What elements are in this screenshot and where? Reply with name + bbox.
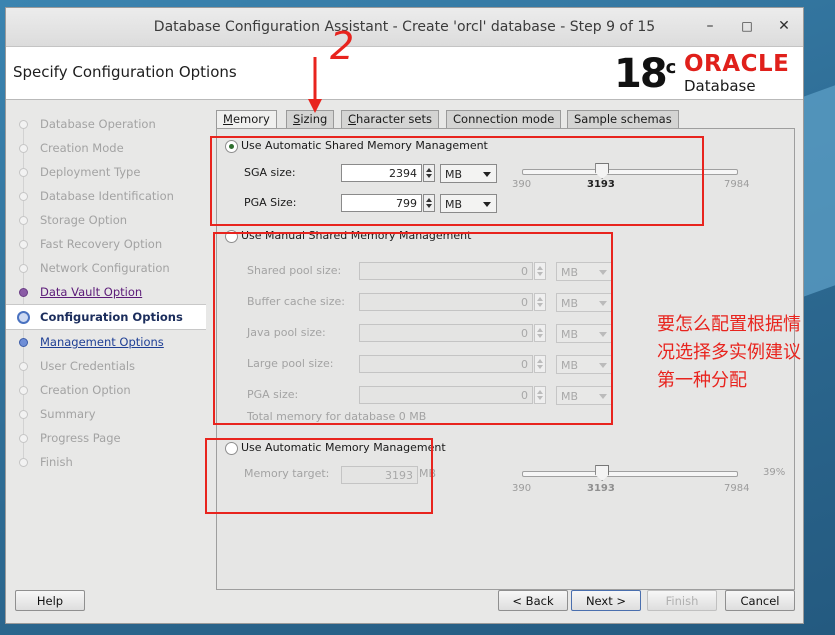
logo-version: 18 xyxy=(614,51,668,97)
amm-slider-max: 7984 xyxy=(724,483,750,494)
step-dot-icon xyxy=(19,288,28,297)
amm-slider-value: 3193 xyxy=(587,483,615,494)
step-label: Management Options xyxy=(40,335,164,349)
step-label: Deployment Type xyxy=(40,165,141,179)
oracle-18c-logo: 18c xyxy=(614,51,677,97)
step-label: Storage Option xyxy=(40,213,128,227)
step-label: Fast Recovery Option xyxy=(40,237,163,251)
step-label: Network Configuration xyxy=(40,261,170,275)
step-label: Summary xyxy=(40,407,96,421)
step-dot-icon xyxy=(19,410,28,419)
tab-connection-mode[interactable]: Connection mode xyxy=(446,110,562,129)
cancel-button[interactable]: Cancel xyxy=(725,590,795,611)
tab-sample-schemas[interactable]: Sample schemas xyxy=(567,110,679,129)
title-bar[interactable]: Database Configuration Assistant - Creat… xyxy=(6,8,803,47)
step-item: User Credentials xyxy=(6,354,206,378)
tab-memory[interactable]: Memory xyxy=(216,110,277,130)
step-label: Creation Option xyxy=(40,383,131,397)
step-label: Database Operation xyxy=(40,117,156,131)
page-header: Specify Configuration Options 18c ORACLE… xyxy=(6,47,803,100)
amm-memory-slider[interactable] xyxy=(522,471,738,477)
annotation-box-amm xyxy=(205,438,433,514)
annotation-note: 要怎么配置根据情 况选择多实例建议 第一种分配 xyxy=(657,311,801,395)
annotation-number: 2 xyxy=(330,24,355,68)
finish-button-label: Finish xyxy=(665,594,699,608)
tab-character-sets[interactable]: Character sets xyxy=(341,110,439,129)
tab-memory-label: emory xyxy=(232,112,270,126)
step-dot-icon xyxy=(19,144,28,153)
step-dot-icon xyxy=(19,216,28,225)
step-item[interactable]: Data Vault Option xyxy=(6,280,206,304)
step-item: Storage Option xyxy=(6,208,206,232)
step-item: Creation Mode xyxy=(6,136,206,160)
wallpaper-shape xyxy=(802,82,835,298)
finish-button[interactable]: Finish xyxy=(647,590,717,611)
step-item: Summary xyxy=(6,402,206,426)
step-dot-icon xyxy=(19,458,28,467)
logo-sup: c xyxy=(665,57,677,78)
back-button[interactable]: < Back xyxy=(498,590,568,611)
step-item[interactable]: Management Options xyxy=(6,330,206,354)
step-item[interactable]: Configuration Options xyxy=(6,304,206,330)
maximize-icon[interactable]: □ xyxy=(739,18,755,34)
amm-slider-min: 390 xyxy=(512,483,532,494)
help-button-label: Help xyxy=(36,594,64,608)
page-title: Specify Configuration Options xyxy=(13,63,237,81)
step-dot-icon xyxy=(19,192,28,201)
step-item: Progress Page xyxy=(6,426,206,450)
step-item: Database Operation xyxy=(6,112,206,136)
cancel-button-label: Cancel xyxy=(740,594,780,608)
annotation-box-manual xyxy=(213,232,613,425)
annotation-arrow-icon xyxy=(308,57,322,113)
oracle-brand: ORACLE xyxy=(684,51,790,77)
step-label: Database Identification xyxy=(40,189,174,203)
asmm-slider-max: 7984 xyxy=(724,179,750,190)
step-label: User Credentials xyxy=(40,359,136,373)
close-icon[interactable]: ✕ xyxy=(776,18,792,34)
oracle-product: Database xyxy=(684,77,756,95)
step-label: Configuration Options xyxy=(40,310,183,324)
next-button[interactable]: Next > xyxy=(571,590,641,611)
step-dot-icon xyxy=(19,120,28,129)
next-button-label: Next > xyxy=(585,594,627,608)
help-button[interactable]: Help xyxy=(15,590,85,611)
step-dot-icon xyxy=(17,311,30,324)
minimize-icon[interactable]: – xyxy=(702,18,718,34)
steps-list: Database Operation Creation Mode Deploymen… xyxy=(6,112,206,474)
step-dot-icon xyxy=(19,168,28,177)
step-item: Creation Option xyxy=(6,378,206,402)
window-title: Database Configuration Assistant - Creat… xyxy=(153,19,656,35)
step-label: Progress Page xyxy=(40,431,121,445)
annotation-note-line3: 第一种分配 xyxy=(657,370,747,391)
step-item: Fast Recovery Option xyxy=(6,232,206,256)
step-dot-icon xyxy=(19,434,28,443)
step-label: Data Vault Option xyxy=(40,285,143,299)
step-item: Finish xyxy=(6,450,206,474)
tab-connection-mode-label: Connection mode xyxy=(453,112,555,126)
amm-slider-thumb[interactable] xyxy=(595,465,610,481)
amm-percent: 39% xyxy=(763,467,786,478)
step-dot-icon xyxy=(19,240,28,249)
step-label: Creation Mode xyxy=(40,141,124,155)
step-item: Deployment Type xyxy=(6,160,206,184)
back-button-label: < Back xyxy=(512,594,554,608)
tab-character-sets-label: haracter sets xyxy=(356,112,432,126)
step-item: Network Configuration xyxy=(6,256,206,280)
step-item: Database Identification xyxy=(6,184,206,208)
step-dot-icon xyxy=(19,386,28,395)
annotation-box-asmm xyxy=(210,136,704,226)
step-dot-icon xyxy=(19,338,28,347)
annotation-note-line2: 况选择多实例建议 xyxy=(657,342,801,363)
step-dot-icon xyxy=(19,362,28,371)
step-dot-icon xyxy=(19,264,28,273)
tab-sample-schemas-label: Sample schemas xyxy=(574,112,672,126)
annotation-note-line1: 要怎么配置根据情 xyxy=(657,314,801,335)
step-label: Finish xyxy=(40,455,73,469)
